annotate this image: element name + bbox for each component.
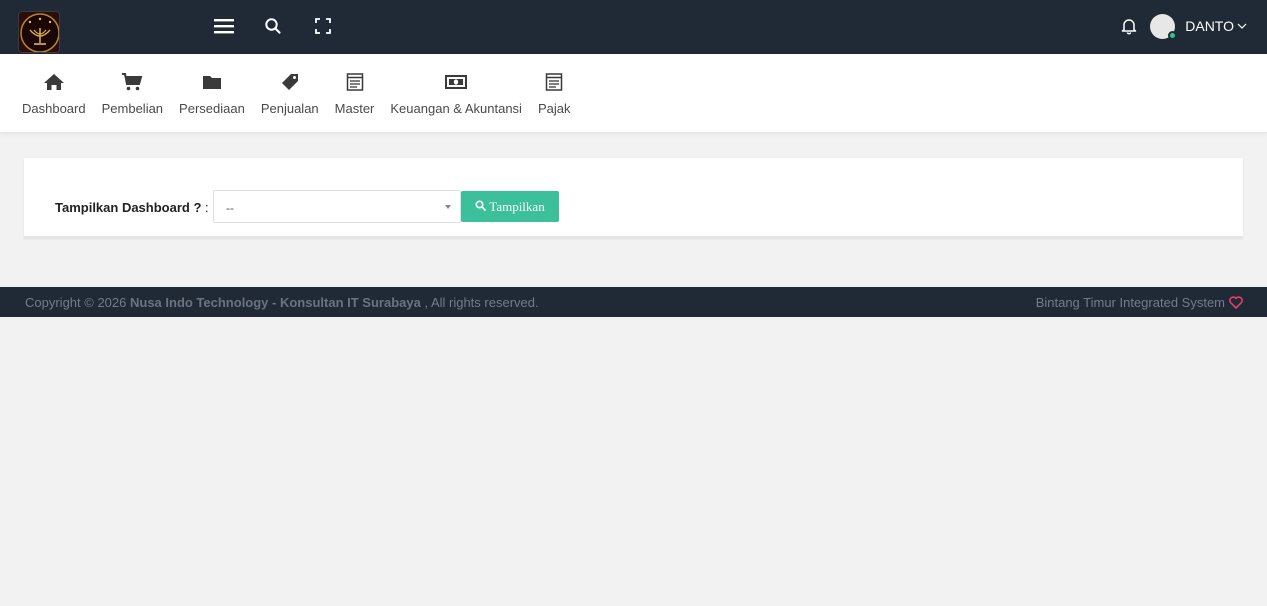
online-status-dot — [1168, 30, 1178, 40]
menu-item-penjualan[interactable]: Penjualan — [253, 68, 327, 116]
main-menu-bar: Dashboard Pembelian Persediaan Penjualan… — [0, 54, 1267, 133]
search-icon — [475, 199, 487, 211]
username: DANTO — [1185, 18, 1234, 34]
home-icon — [43, 68, 65, 96]
menu-item-label: Master — [334, 101, 375, 116]
tampilkan-button[interactable]: Tampilkan — [461, 191, 559, 222]
menu-item-label: Dashboard — [22, 101, 86, 116]
tampilkan-button-label: Tampilkan — [489, 198, 545, 214]
caret-down-icon — [445, 205, 451, 209]
menu-item-pembelian[interactable]: Pembelian — [94, 68, 171, 116]
user-area: DANTO — [1120, 12, 1247, 40]
top-navbar: DANTO — [0, 0, 1267, 54]
menu-item-pajak[interactable]: Pajak — [530, 68, 579, 116]
dashboard-select-label-text: Tampilkan Dashboard ? — [55, 200, 202, 215]
footer: Copyright © 2026 Nusa Indo Technology - … — [0, 287, 1267, 317]
cart-icon — [121, 68, 143, 96]
dashboard-select-label: Tampilkan Dashboard ? : — [55, 200, 209, 215]
dashboard-select-value: -- — [226, 201, 234, 215]
money-icon — [444, 68, 468, 96]
menu-item-label: Keuangan & Akuntansi — [390, 101, 522, 116]
folder-icon — [201, 68, 223, 96]
user-menu[interactable]: DANTO — [1185, 18, 1247, 34]
copyright-text: Copyright © 2026 Nusa Indo Technology - … — [25, 295, 539, 310]
menu-item-label: Pembelian — [101, 101, 164, 116]
fullscreen-icon[interactable] — [313, 14, 337, 38]
menu-item-label: Persediaan — [179, 101, 245, 116]
dashboard-select[interactable]: -- — [213, 190, 461, 223]
avatar[interactable] — [1150, 13, 1178, 40]
app-logo[interactable] — [18, 11, 60, 53]
list-icon — [345, 68, 365, 96]
copyright-prefix: Copyright © 2026 — [25, 295, 130, 310]
list-icon — [544, 68, 564, 96]
dashboard-filter-card: Tampilkan Dashboard ? : -- Tampilkan — [24, 158, 1243, 238]
menu-item-label: Penjualan — [260, 101, 319, 116]
chevron-down-icon — [1237, 23, 1247, 29]
heart-icon — [1229, 296, 1243, 309]
menu-item-persediaan[interactable]: Persediaan — [171, 68, 253, 116]
bell-icon[interactable] — [1120, 17, 1138, 35]
menu-item-master[interactable]: Master — [327, 68, 383, 116]
search-icon[interactable] — [263, 14, 287, 38]
menu-item-dashboard[interactable]: Dashboard — [14, 68, 94, 116]
label-colon: : — [201, 200, 209, 215]
menu-item-keuangan[interactable]: Keuangan & Akuntansi — [382, 68, 530, 116]
system-name-text: Bintang Timur Integrated System — [1035, 295, 1225, 310]
menu-icon[interactable] — [213, 14, 237, 38]
system-name: Bintang Timur Integrated System — [1036, 295, 1243, 310]
company-link[interactable]: Nusa Indo Technology - Konsultan IT Sura… — [130, 295, 421, 310]
tag-icon — [279, 68, 301, 96]
rights-text: , All rights reserved. — [420, 295, 539, 310]
main-menu: Dashboard Pembelian Persediaan Penjualan… — [14, 68, 578, 116]
menu-item-label: Pajak — [537, 101, 571, 116]
